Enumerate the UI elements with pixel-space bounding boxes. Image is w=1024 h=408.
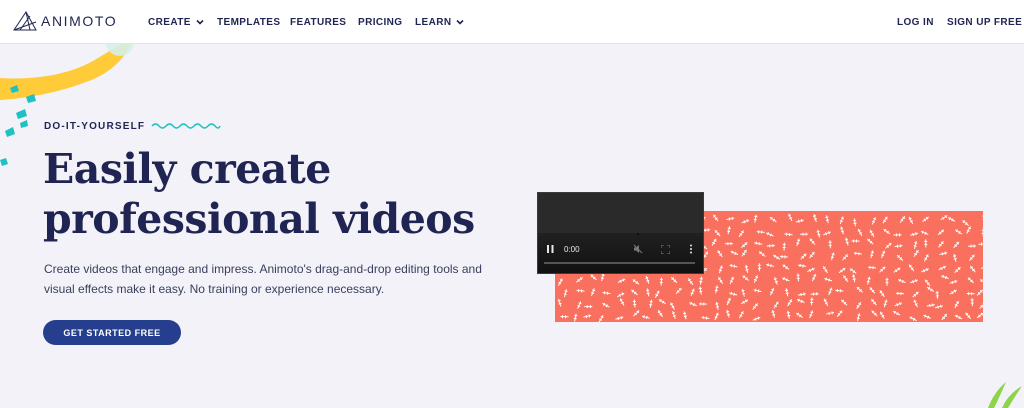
nav-create[interactable]: CREATE xyxy=(148,0,205,44)
animoto-logo[interactable]: ANIMOTO xyxy=(12,9,117,33)
hero-title-line-2: professional videos xyxy=(43,195,475,243)
top-navigation-bar: ANIMOTO CREATE TEMPLATES FEATURES PRICIN… xyxy=(0,0,1024,44)
nav-features[interactable]: FEATURES xyxy=(290,0,346,44)
video-controls xyxy=(538,235,703,273)
fullscreen-icon[interactable] xyxy=(661,245,670,254)
nav-learn[interactable]: LEARN xyxy=(415,0,465,44)
video-progress-bar[interactable] xyxy=(544,262,695,264)
mute-icon[interactable] xyxy=(633,244,643,254)
login-label: LOG IN xyxy=(897,16,934,28)
hero-eyebrow: DO-IT-YOURSELF xyxy=(44,121,146,132)
wavy-line-icon xyxy=(151,123,221,129)
animoto-logo-icon xyxy=(13,11,37,31)
get-started-free-button[interactable]: GET STARTED FREE xyxy=(43,320,181,345)
nav-create-label: CREATE xyxy=(148,16,191,28)
video-time: 0:00 xyxy=(564,245,580,254)
nav-pricing-label: PRICING xyxy=(358,16,403,28)
login-link[interactable]: LOG IN xyxy=(897,0,934,44)
nav-templates[interactable]: TEMPLATES xyxy=(217,0,280,44)
hero-title: Easily create professional videos xyxy=(43,144,513,244)
decorative-leaves xyxy=(988,382,1022,408)
hero-title-line-1: Easily create xyxy=(43,145,331,193)
nav-pricing[interactable]: PRICING xyxy=(358,0,402,44)
logo-text: ANIMOTO xyxy=(41,13,118,29)
chevron-down-icon xyxy=(456,19,465,25)
pause-icon[interactable] xyxy=(547,245,554,253)
signup-label: SIGN UP FREE xyxy=(947,16,1023,28)
nav-learn-label: LEARN xyxy=(415,16,452,28)
chevron-down-icon xyxy=(196,19,204,25)
more-vertical-icon[interactable] xyxy=(689,244,693,254)
video-player[interactable]: 0:00 xyxy=(537,192,704,274)
nav-features-label: FEATURES xyxy=(290,16,347,28)
hero-description: Create videos that engage and impress. A… xyxy=(44,262,482,296)
nav-templates-label: TEMPLATES xyxy=(217,16,281,28)
signup-link[interactable]: SIGN UP FREE xyxy=(947,0,1022,44)
